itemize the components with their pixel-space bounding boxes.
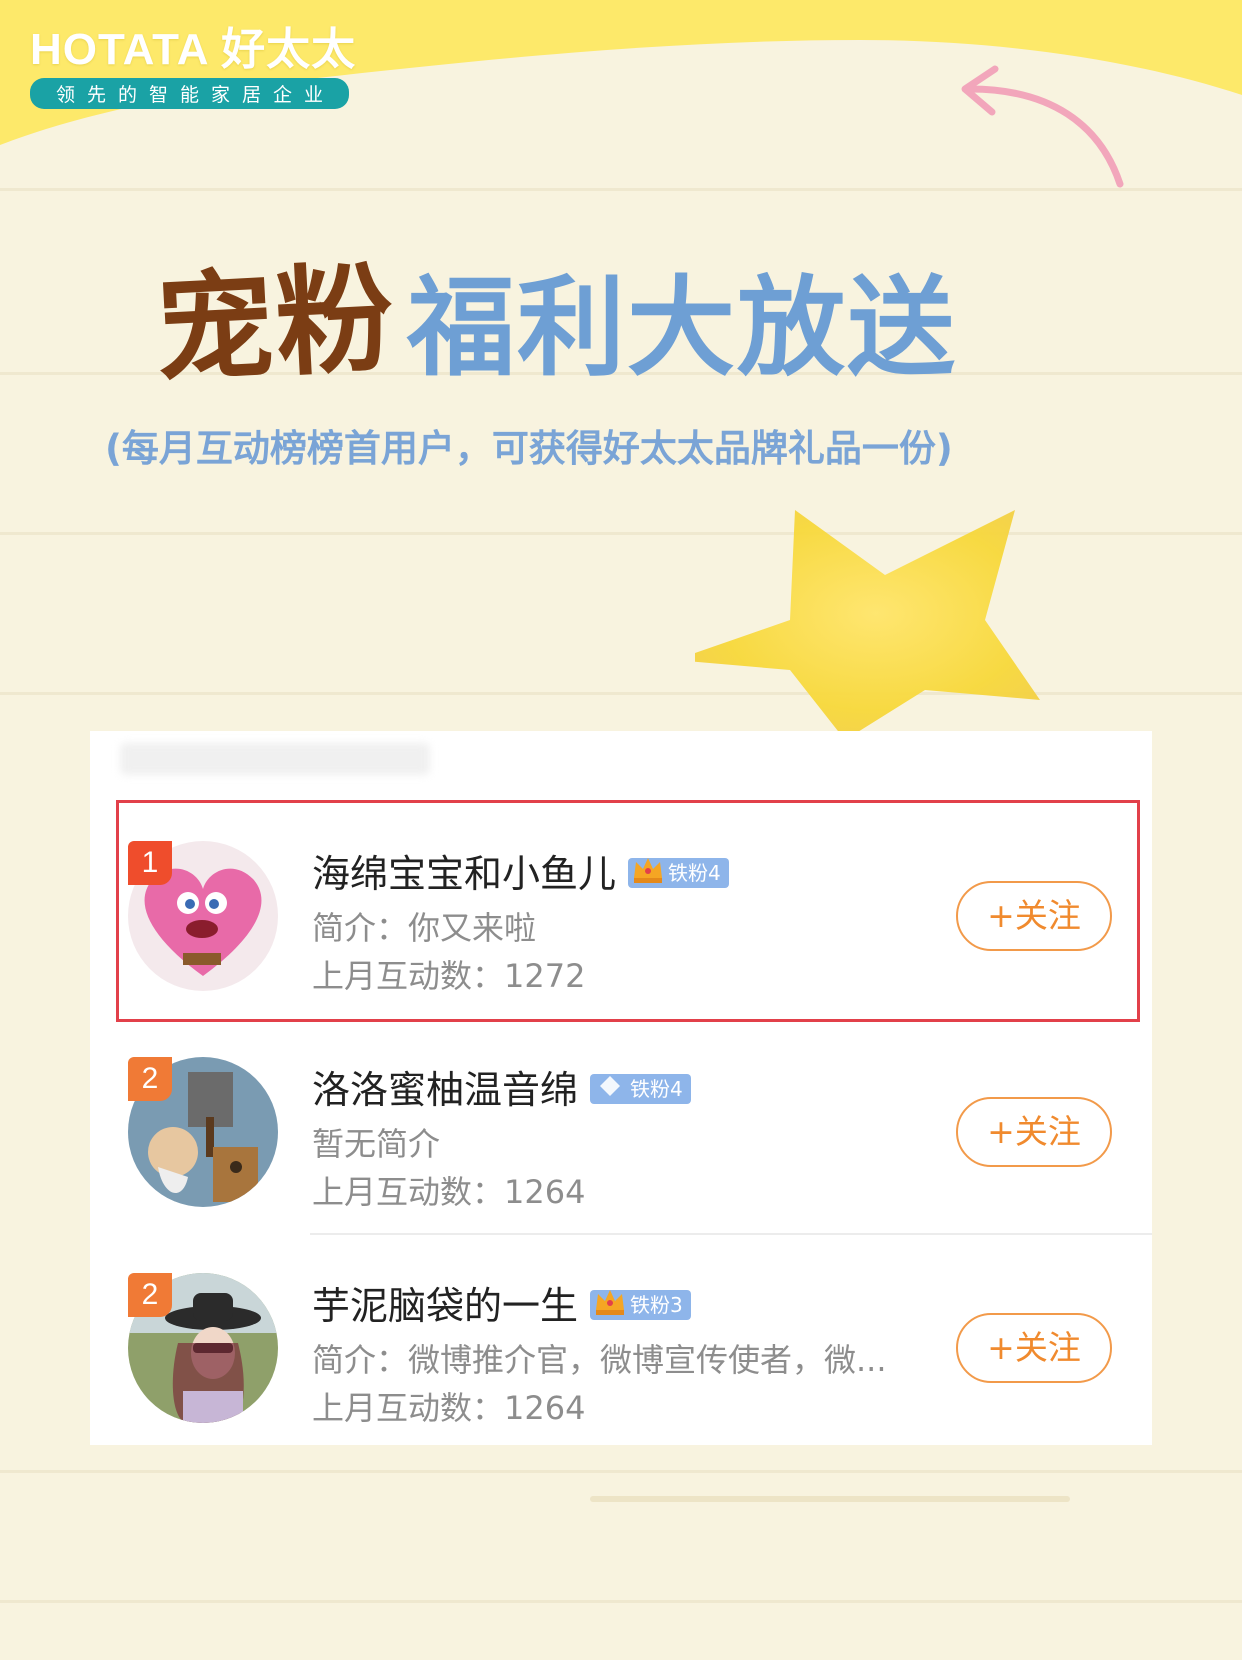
ranking-row[interactable]: 2 洛洛蜜柚温音绵 铁粉4 暂无简介 上月互动数：1264 +关注 [90, 1019, 1152, 1235]
headline-part1: 宠粉 [152, 248, 400, 400]
headline-subtitle: (每月互动榜榜首用户，可获得好太太品牌礼品一份) [105, 427, 953, 470]
fan-ranking-card: 1 海绵宝宝和小鱼儿 铁粉4 简介：你又来啦 上月互动数：1272 +关注 2 洛… [90, 731, 1152, 1445]
decorative-stroke [590, 1496, 1070, 1502]
interaction-count: 上月互动数：1264 [312, 1173, 586, 1211]
user-name: 芋泥脑袋的一生 铁粉3 [312, 1275, 691, 1330]
curved-arrow-icon [961, 65, 1124, 188]
blurred-card-title [120, 743, 430, 775]
user-name-text: 洛洛蜜柚温音绵 [312, 1068, 579, 1112]
user-name: 洛洛蜜柚温音绵 铁粉4 [312, 1059, 691, 1114]
crown-icon [596, 1289, 625, 1315]
user-intro: 简介：微博推介官，微博宣传使者，微... [312, 1341, 887, 1379]
rank-badge: 2 [128, 1057, 172, 1101]
fan-level-text: 铁粉3 [630, 1292, 683, 1317]
top-fan-highlight-box [116, 800, 1140, 1022]
headline-part2: 福利大放送 [407, 266, 958, 391]
fan-level-text: 铁粉4 [630, 1076, 683, 1101]
follow-button[interactable]: +关注 [956, 1097, 1112, 1167]
brand-slogan: 领先的智能家居企业 [30, 78, 350, 109]
interaction-count: 上月互动数：1264 [312, 1389, 586, 1427]
user-name-text: 芋泥脑袋的一生 [312, 1284, 579, 1328]
user-intro: 暂无简介 [312, 1125, 441, 1163]
fan-level-badge: 铁粉4 [590, 1073, 691, 1104]
brand-logo: HOTATA 好太太 领先的智能家居企业 [30, 26, 356, 109]
ranking-row[interactable]: 2 芋泥脑袋的一生 铁粉3 简介：微博推介官，微博宣传使者，微... 上月互动数：… [90, 1235, 1152, 1451]
fan-level-badge: 铁粉3 [590, 1289, 691, 1320]
diamond-icon [600, 1075, 621, 1096]
paper-line [0, 1600, 1242, 1603]
headline: 宠粉福利大放送 [152, 228, 958, 399]
follow-button[interactable]: +关注 [956, 1313, 1112, 1383]
paper-line [0, 1470, 1242, 1473]
star-icon [695, 510, 1040, 740]
rank-badge: 2 [128, 1273, 172, 1317]
brand-name: HOTATA 好太太 [30, 25, 357, 74]
